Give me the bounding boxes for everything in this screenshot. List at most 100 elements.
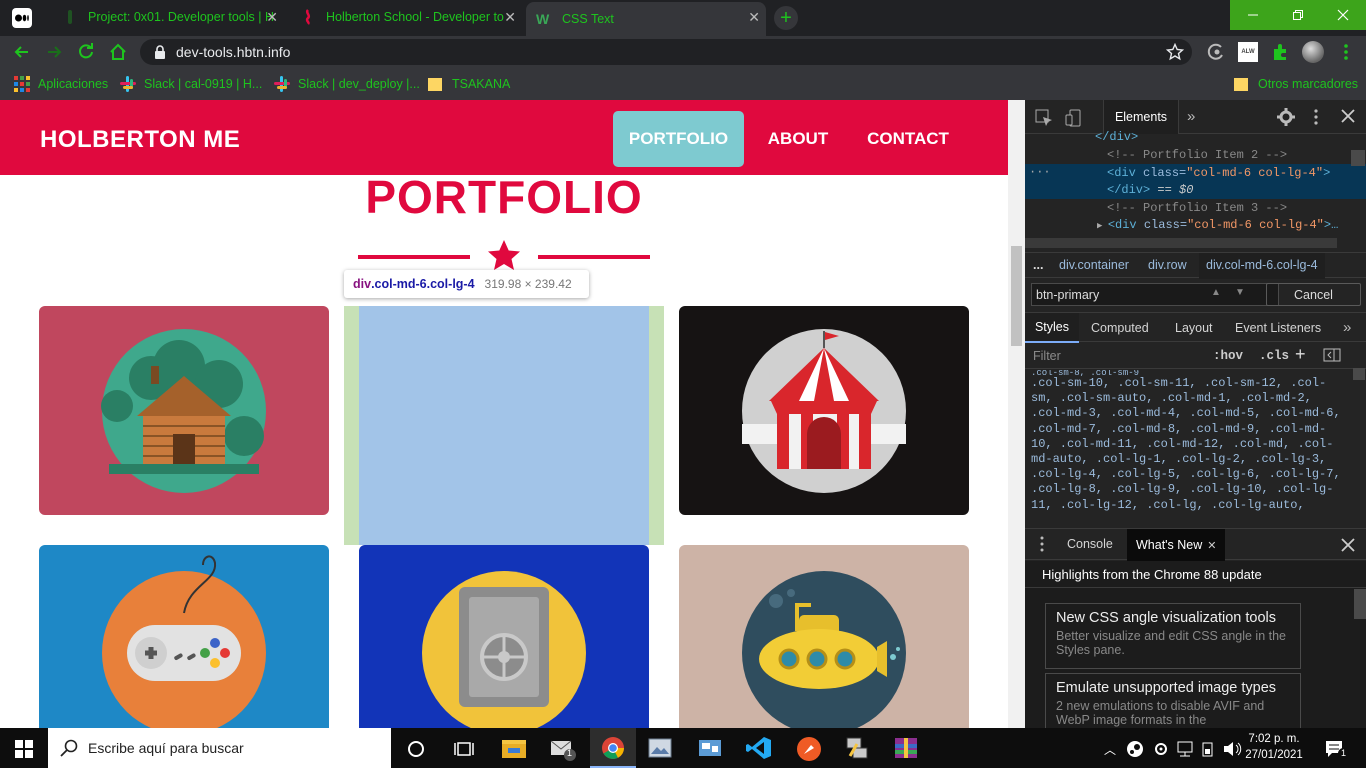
scrollbar-thumb[interactable]	[1011, 246, 1022, 346]
news-card[interactable]: New CSS angle visualization tools Better…	[1045, 603, 1301, 669]
back-icon[interactable]	[12, 42, 32, 62]
file-explorer-icon[interactable]	[502, 738, 526, 758]
mail-app-icon[interactable]: 1	[550, 737, 576, 761]
show-hidden-icons-icon[interactable]: ︿	[1104, 741, 1116, 758]
tab-close-icon[interactable]: ✕	[266, 9, 278, 26]
bookmark-star-icon[interactable]	[1166, 43, 1184, 61]
dom-comment[interactable]: <!-- Portfolio Item 3 -->	[1107, 201, 1287, 215]
winrar-icon[interactable]	[893, 736, 919, 760]
bookmark-tsakana[interactable]: TSAKANA	[428, 76, 510, 92]
dom-selected-node[interactable]: ··· <div class="col-md-6 col-lg-4"> </di…	[1025, 164, 1366, 199]
hov-toggle[interactable]: :hov	[1213, 349, 1243, 363]
browser-menu-icon[interactable]	[1336, 42, 1356, 62]
tab-css-text[interactable]: W CSS Text ✕	[526, 2, 766, 36]
taskbar-search[interactable]: Escribe aquí para buscar	[48, 728, 391, 768]
dom-line[interactable]: </div>	[1095, 130, 1138, 144]
home-icon[interactable]	[108, 42, 128, 62]
news-card[interactable]: Emulate unsupported image types 2 new em…	[1045, 673, 1301, 733]
tab-close-icon[interactable]: ✕	[504, 9, 516, 26]
close-window-icon[interactable]	[1320, 0, 1366, 30]
notifications-icon[interactable]: 1	[1324, 738, 1349, 760]
page-scrollbar[interactable]	[1008, 100, 1025, 728]
drawer-menu-icon[interactable]	[1039, 536, 1045, 552]
tab-styles[interactable]: Styles	[1025, 313, 1079, 343]
medium-logo-icon[interactable]	[12, 8, 32, 28]
search-next-icon[interactable]: ▼	[1235, 287, 1245, 298]
task-view-icon[interactable]	[454, 740, 474, 758]
search-cancel-button[interactable]: Cancel	[1266, 283, 1361, 306]
restore-icon[interactable]	[1275, 0, 1321, 30]
breadcrumb-item-active[interactable]: div.col-md-6.col-lg-4	[1199, 253, 1325, 279]
dom-vscrollbar[interactable]	[1351, 150, 1365, 166]
nav-about[interactable]: ABOUT	[758, 111, 838, 167]
network-tray-icon[interactable]	[1176, 740, 1194, 758]
new-style-rule-icon[interactable]: +	[1295, 344, 1306, 365]
putty-icon[interactable]	[845, 736, 869, 760]
breadcrumb-more[interactable]: ...	[1033, 258, 1043, 272]
reload-icon[interactable]	[76, 42, 96, 62]
portfolio-card[interactable]	[39, 545, 329, 728]
bookmark-slack-dev[interactable]: Slack | dev_deploy |...	[274, 76, 420, 92]
search-prev-icon[interactable]: ▲	[1211, 287, 1221, 298]
cls-toggle[interactable]: .cls	[1259, 349, 1289, 363]
bookmark-slack-cal[interactable]: Slack | cal-0919 | H...	[120, 76, 262, 92]
settings-tray-icon[interactable]	[1152, 740, 1170, 758]
tab-elements[interactable]: Elements	[1103, 100, 1179, 134]
highlighted-grid-column[interactable]	[344, 306, 664, 545]
dom-line[interactable]: ▶ <div class="col-md-6 col-lg-4">…	[1097, 218, 1338, 232]
portfolio-card[interactable]	[39, 306, 329, 515]
windows-start-icon[interactable]	[15, 740, 33, 758]
vscode-icon[interactable]	[746, 736, 772, 760]
tray-clock[interactable]: 7:02 p. m. 27/01/2021	[1244, 731, 1304, 763]
portfolio-card[interactable]	[679, 306, 969, 515]
cortana-icon[interactable]	[407, 740, 425, 758]
extension-sync-icon[interactable]	[1206, 42, 1226, 62]
close-devtools-icon[interactable]	[1341, 109, 1355, 123]
styles-scrollbar[interactable]	[1353, 368, 1365, 380]
drawer-scrollbar[interactable]	[1354, 589, 1366, 619]
styles-filter-input[interactable]: Filter	[1033, 349, 1061, 363]
volume-tray-icon[interactable]	[1222, 740, 1242, 758]
inspect-element-icon[interactable]	[1035, 109, 1053, 127]
breadcrumb-item[interactable]: div.row	[1148, 258, 1187, 272]
profile-avatar[interactable]	[1302, 41, 1324, 63]
more-subtabs-icon[interactable]: »	[1343, 319, 1351, 336]
extensions-puzzle-icon[interactable]	[1270, 42, 1290, 62]
photos-app-icon[interactable]	[648, 738, 672, 758]
devtools-menu-icon[interactable]	[1311, 108, 1321, 126]
bookmark-other[interactable]: Otros marcadores	[1234, 76, 1358, 92]
portfolio-card[interactable]	[679, 545, 969, 728]
tab-project[interactable]: Project: 0x01. Developer tools | H ✕	[52, 0, 284, 34]
site-brand[interactable]: HOLBERTON ME	[40, 126, 240, 154]
tab-layout[interactable]: Layout	[1175, 321, 1213, 335]
battery-tray-icon[interactable]	[1200, 740, 1218, 758]
tab-computed[interactable]: Computed	[1091, 321, 1149, 335]
settings-gear-icon[interactable]	[1277, 108, 1295, 126]
dom-comment[interactable]: <!-- Portfolio Item 2 -->	[1107, 148, 1287, 162]
steam-tray-icon[interactable]	[1126, 740, 1144, 758]
network-app-icon[interactable]	[698, 738, 722, 758]
address-bar[interactable]: dev-tools.hbtn.info	[140, 39, 1192, 65]
tab-event-listeners[interactable]: Event Listeners	[1235, 321, 1321, 335]
bookmark-apps[interactable]: Aplicaciones	[14, 76, 108, 92]
portfolio-card[interactable]	[359, 545, 649, 728]
tab-close-icon[interactable]: ✕	[748, 9, 760, 26]
extension-alw-icon[interactable]: ALW	[1238, 42, 1258, 62]
dom-hscrollbar[interactable]	[1025, 238, 1337, 248]
nav-portfolio[interactable]: PORTFOLIO	[613, 111, 744, 167]
minimize-icon[interactable]	[1230, 0, 1276, 30]
nav-contact[interactable]: CONTACT	[858, 111, 958, 167]
node-options-icon[interactable]: ···	[1029, 165, 1051, 179]
tab-holberton[interactable]: Holberton School - Developer to ✕	[290, 0, 522, 34]
device-toolbar-icon[interactable]	[1065, 109, 1083, 127]
new-tab-button[interactable]: +	[774, 6, 798, 30]
tab-console[interactable]: Console	[1067, 537, 1113, 551]
toggle-sidebar-icon[interactable]	[1323, 348, 1341, 362]
tab-close-icon[interactable]: ✕	[1207, 539, 1216, 552]
close-drawer-icon[interactable]	[1341, 538, 1355, 552]
taskbar-chrome-active[interactable]	[590, 728, 636, 768]
breadcrumb-item[interactable]: div.container	[1059, 258, 1129, 272]
postman-icon[interactable]	[796, 736, 822, 762]
tab-whats-new[interactable]: What's New ✕	[1127, 529, 1225, 561]
more-tabs-icon[interactable]: »	[1187, 108, 1195, 125]
